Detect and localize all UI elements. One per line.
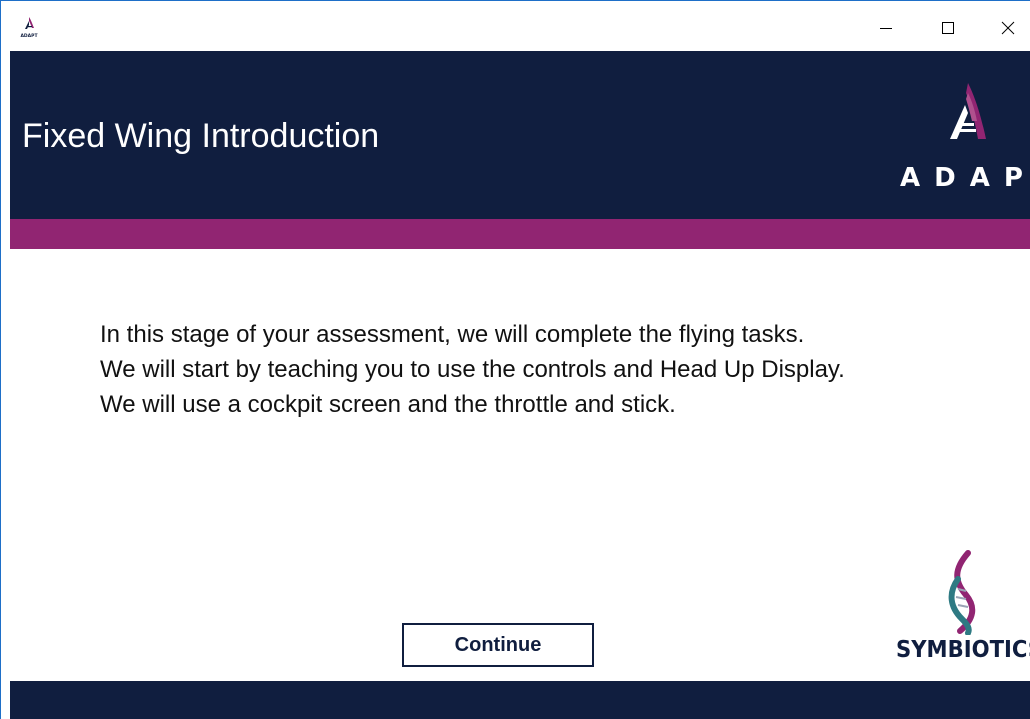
header-banner: Fixed Wing Introduction ADAPT [10,51,1030,219]
dna-helix-icon [948,550,976,635]
close-icon [1001,21,1015,35]
content-area: In this stage of your assessment, we wil… [10,249,1030,681]
page-title: Fixed Wing Introduction [22,117,380,155]
adapt-logo: ADAPT [898,81,1030,193]
minimize-button[interactable] [863,7,909,49]
intro-line-2: We will start by teaching you to use the… [100,356,845,383]
continue-button[interactable]: Continue [402,623,594,667]
intro-line-1: In this stage of your assessment, we wil… [100,321,805,348]
intro-line-3: We will use a cockpit screen and the thr… [100,391,676,418]
app-icon-text: ADAPT [20,33,38,39]
adapt-logo-text: ADAPT [900,163,1030,193]
footer-bar [10,681,1030,719]
symbiotics-logo-text: SYMBIOTICS [896,637,1030,663]
adapt-app-icon: ADAPT [20,17,38,39]
intro-text: In this stage of your assessment, we wil… [100,317,1020,422]
close-button[interactable] [985,7,1030,49]
title-bar[interactable]: ADAPT [1,1,1030,51]
adapt-logo-mark [950,83,986,139]
maximize-icon [942,22,954,34]
maximize-button[interactable] [925,7,971,49]
symbiotics-logo: SYMBIOTICS [896,549,1030,669]
app-window: ADAPT Fixed Wing Introduction ADA In thi… [0,0,1030,719]
accent-stripe [10,219,1030,249]
minimize-icon [880,28,892,29]
